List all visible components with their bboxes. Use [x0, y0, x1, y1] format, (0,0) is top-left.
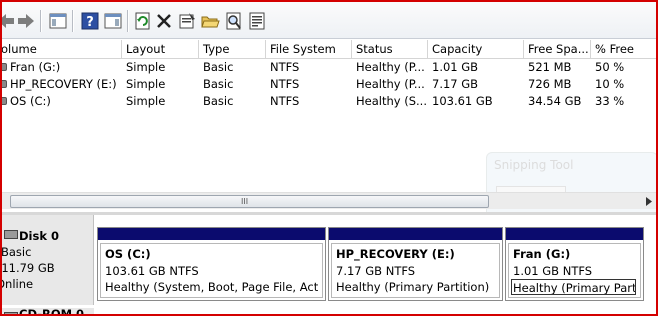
partition-name: OS (C:) [105, 247, 151, 261]
volume-file-system: NTFS [270, 60, 300, 74]
volume-file-system: NTFS [270, 77, 300, 91]
cdrom-label-panel[interactable]: CD-ROM 0 [2, 308, 94, 316]
delete-icon[interactable] [154, 11, 174, 31]
disk-graphical-view: Disk 0 Basic 111.79 GB Online OS (C:) 10… [2, 212, 656, 316]
volume-layout: Simple [126, 77, 166, 91]
export-list-icon[interactable] [247, 11, 267, 31]
volume-type: Basic [203, 60, 234, 74]
disk-status: Online [2, 277, 34, 291]
volume-capacity: 1.01 GB [432, 60, 479, 74]
column-header-status[interactable]: Status [352, 40, 428, 59]
column-header-layout[interactable]: Layout [122, 40, 199, 59]
volume-row[interactable]: HP_RECOVERY (E:) Simple Basic NTFS Healt… [2, 76, 656, 93]
volume-type: Basic [203, 94, 234, 108]
partition-status: Healthy (Primary Partition) [336, 280, 490, 294]
volume-name: HP_RECOVERY (E:) [10, 77, 117, 91]
volume-type: Basic [203, 77, 234, 91]
properties-icon[interactable] [177, 11, 197, 31]
horizontal-scrollbar[interactable]: III [2, 192, 656, 209]
column-header-file-system[interactable]: File System [266, 40, 352, 59]
volume-icon [2, 63, 7, 71]
column-header-volume[interactable]: olume [2, 40, 122, 59]
scrollbar-grip: III [241, 197, 249, 206]
open-folder-icon[interactable] [200, 11, 220, 31]
column-header-percent-free[interactable]: % Free [591, 40, 656, 59]
partition-status: Healthy (System, Boot, Page File, Active… [105, 280, 318, 294]
partition-hp-recovery-e[interactable]: HP_RECOVERY (E:) 7.17 GB NTFS Healthy (P… [328, 227, 503, 301]
snipping-tool-title: Snipping Tool [494, 158, 574, 172]
partition-os-c[interactable]: OS (C:) 103.61 GB NTFS Healthy (System, … [97, 227, 326, 301]
volume-icon [2, 97, 7, 105]
partition-size: 7.17 GB NTFS [336, 264, 416, 278]
volume-row[interactable]: OS (C:) Simple Basic NTFS Healthy (S... … [2, 93, 656, 110]
partition-size: 1.01 GB NTFS [513, 264, 593, 278]
toolbar: ? [0, 2, 656, 39]
disk-label-panel[interactable]: Disk 0 Basic 111.79 GB Online [2, 215, 94, 305]
forward-arrow-icon[interactable] [16, 11, 36, 31]
volume-capacity: 7.17 GB [432, 77, 479, 91]
svg-text:?: ? [86, 15, 94, 30]
show-hide-action-pane-icon[interactable] [103, 11, 123, 31]
column-header-free-space[interactable]: Free Spa... [524, 40, 591, 59]
volume-icon [2, 80, 7, 88]
cdrom-name: CD-ROM 0 [19, 308, 85, 316]
volume-file-system: NTFS [270, 94, 300, 108]
volume-list-header: olume Layout Type File System Status Cap… [2, 40, 656, 59]
volume-capacity: 103.61 GB [432, 94, 493, 108]
column-header-capacity[interactable]: Capacity [428, 40, 524, 59]
partition-size: 103.61 GB NTFS [105, 264, 199, 278]
disk-type: Basic [1, 245, 32, 259]
disk-size: 111.79 GB [0, 261, 55, 275]
refresh-icon[interactable] [133, 11, 153, 31]
help-icon[interactable]: ? [80, 11, 100, 31]
volume-percent-free: 50 % [595, 60, 625, 74]
volume-row[interactable]: Fran (G:) Simple Basic NTFS Healthy (P..… [2, 59, 656, 76]
disk-icon [4, 230, 18, 239]
scrollbar-thumb[interactable]: III [10, 195, 489, 208]
volume-layout: Simple [126, 94, 166, 108]
volume-free-space: 521 MB [528, 60, 572, 74]
show-hide-console-tree-icon[interactable] [48, 11, 68, 31]
partition-name: Fran (G:) [513, 247, 571, 261]
partition-fran-g[interactable]: Fran (G:) 1.01 GB NTFS Healthy (Primary … [505, 227, 644, 301]
volume-status: Healthy (P... [356, 77, 425, 91]
volume-percent-free: 10 % [595, 77, 625, 91]
volume-percent-free: 33 % [595, 94, 625, 108]
cdrom-icon [4, 312, 18, 314]
disk-name: Disk 0 [19, 229, 59, 243]
volume-layout: Simple [126, 60, 166, 74]
partition-bar [506, 228, 643, 240]
column-header-type[interactable]: Type [199, 40, 266, 59]
volume-name: Fran (G:) [10, 60, 61, 74]
partition-status: Healthy (Primary Partition) [511, 279, 636, 295]
volume-name: OS (C:) [10, 94, 51, 108]
disk-management-window: ? olume Layout Type File System Status C… [0, 0, 658, 316]
partition-name: HP_RECOVERY (E:) [336, 247, 455, 261]
volume-status: Healthy (P... [356, 60, 425, 74]
scroll-right-arrow-icon[interactable] [643, 195, 655, 208]
find-icon[interactable] [224, 11, 244, 31]
back-arrow-icon[interactable] [0, 11, 16, 31]
volume-status: Healthy (S... [356, 94, 426, 108]
volume-free-space: 34.54 GB [528, 94, 582, 108]
partition-bar [98, 228, 325, 240]
partition-bar [329, 228, 502, 240]
volume-free-space: 726 MB [528, 77, 572, 91]
